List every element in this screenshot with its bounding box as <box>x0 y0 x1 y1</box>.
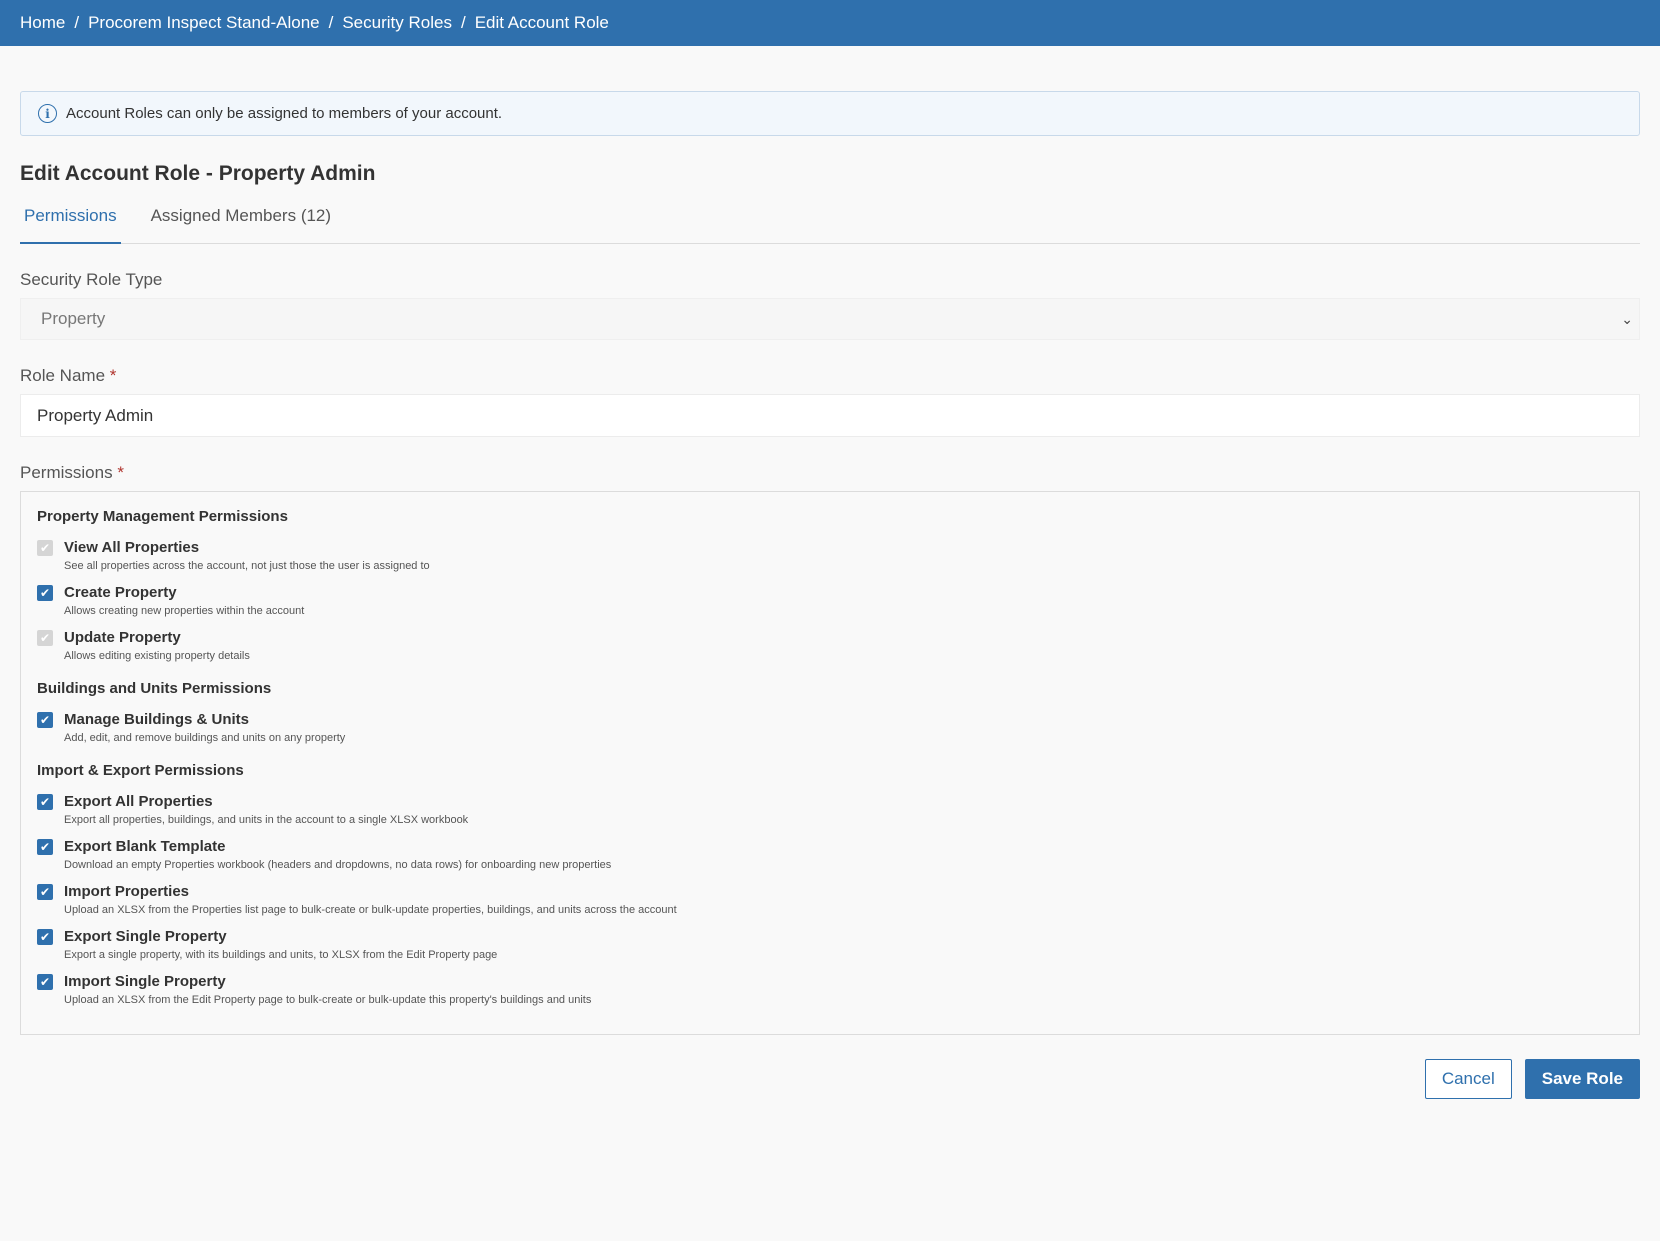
permission-item: ✔ Import Single Property Upload an XLSX fr… <box>37 973 1623 1006</box>
permission-group: Buildings and Units Permissions ✔ Manage B… <box>37 680 1623 744</box>
permission-text: Create Property Allows creating new prope… <box>64 584 304 617</box>
tab-assigned-members[interactable]: Assigned Members (12) <box>147 204 335 244</box>
permission-description: Upload an XLSX from the Properties list … <box>64 904 677 916</box>
permissions-label-text: Permissions <box>20 463 113 482</box>
permission-checkbox[interactable]: ✔ <box>37 585 53 601</box>
breadcrumb-separator: / <box>460 13 466 32</box>
info-icon: i <box>38 104 57 123</box>
tab-permissions[interactable]: Permissions <box>20 204 121 244</box>
permission-checkbox[interactable]: ✔ <box>37 712 53 728</box>
form-actions: Cancel Save Role <box>20 1059 1640 1099</box>
permission-group: Property Management Permissions ✔ View All… <box>37 508 1623 662</box>
permission-name: Import Properties <box>64 883 190 900</box>
breadcrumb-home[interactable]: Home <box>20 13 65 33</box>
role-name-label-text: Role Name <box>20 366 106 385</box>
permission-item: ✔ Export All Properties Export all propert… <box>37 793 1623 826</box>
permission-name: Import Single Property <box>64 973 226 990</box>
breadcrumb-separator: / <box>74 13 80 32</box>
permission-text: Export Blank Template Download an empty P… <box>64 838 611 871</box>
permission-name: Export All Properties <box>64 793 213 810</box>
permission-item: ✔ Update Property Allows editing existing … <box>37 629 1623 662</box>
breadcrumb: Home / Procorem Inspect Stand-Alone / Se… <box>0 0 1660 46</box>
permissions-label: Permissions * <box>20 463 1640 483</box>
permission-checkbox: ✔ <box>37 540 53 556</box>
role-name-input[interactable]: Property Admin <box>20 394 1640 437</box>
permission-checkbox[interactable]: ✔ <box>37 839 53 855</box>
permission-name: Create Property <box>64 584 177 601</box>
role-name-label: Role Name * <box>20 366 1640 386</box>
permission-description: See all properties across the account, n… <box>64 560 430 572</box>
permission-checkbox[interactable]: ✔ <box>37 794 53 810</box>
permission-group-title: Import & Export Permissions <box>37 762 244 779</box>
permission-name: Manage Buildings & Units <box>64 711 250 728</box>
required-marker: * <box>117 463 124 482</box>
permission-item: ✔ Manage Buildings & Units Add, edit, and … <box>37 711 1623 744</box>
permission-group: Import & Export Permissions ✔ Export All P… <box>37 762 1623 1006</box>
permission-item: ✔ Import Properties Upload an XLSX from th… <box>37 883 1623 916</box>
info-alert: i Account Roles can only be assigned to … <box>20 91 1640 136</box>
cancel-button[interactable]: Cancel <box>1424 1059 1512 1099</box>
breadcrumb-current: Edit Account Role <box>474 13 609 32</box>
permission-text: Import Properties Upload an XLSX from the… <box>64 883 677 916</box>
permission-text: Manage Buildings & Units Add, edit, and r… <box>64 711 345 744</box>
permission-text: Import Single Property Upload an XLSX fro… <box>64 973 591 1006</box>
permission-name: Update Property <box>64 629 181 646</box>
tab-bar: Permissions Assigned Members (12) <box>20 204 1640 244</box>
permission-text: Update Property Allows editing existing p… <box>64 629 250 662</box>
page-title: Edit Account Role - Property Admin <box>20 162 376 185</box>
permission-text: Export All Properties Export all properti… <box>64 793 468 826</box>
permission-text: View All Properties See all properties ac… <box>64 539 430 572</box>
security-role-type-value: Property <box>41 309 106 328</box>
permission-item: ✔ Create Property Allows creating new prop… <box>37 584 1623 617</box>
permission-group-title: Buildings and Units Permissions <box>37 680 272 697</box>
permission-group-title: Property Management Permissions <box>37 508 288 525</box>
alert-text: Account Roles can only be assigned to me… <box>66 105 503 122</box>
permission-checkbox[interactable]: ✔ <box>37 929 53 945</box>
permission-name: View All Properties <box>64 539 200 556</box>
permission-name: Export Blank Template <box>64 838 226 855</box>
permission-item: ✔ Export Single Property Export a single p… <box>37 928 1623 961</box>
permission-checkbox[interactable]: ✔ <box>37 884 53 900</box>
permission-description: Upload an XLSX from the Edit Property pa… <box>64 994 592 1006</box>
permission-description: Export all properties, buildings, and un… <box>64 814 469 826</box>
permission-checkbox[interactable]: ✔ <box>37 974 53 990</box>
chevron-down-icon: ⌄ <box>1621 310 1633 327</box>
breadcrumb-security-roles[interactable]: Security Roles <box>342 13 452 33</box>
permission-text: Export Single Property Export a single pr… <box>64 928 497 961</box>
permission-name: Export Single Property <box>64 928 227 945</box>
permission-item: ✔ Export Blank Template Download an empty … <box>37 838 1623 871</box>
permission-description: Export a single property, with its build… <box>64 949 498 961</box>
permission-checkbox: ✔ <box>37 630 53 646</box>
permission-item: ✔ View All Properties See all properties a… <box>37 539 1623 572</box>
breadcrumb-procorem[interactable]: Procorem Inspect Stand-Alone <box>88 13 320 33</box>
required-marker: * <box>109 366 117 385</box>
save-role-button[interactable]: Save Role <box>1524 1059 1640 1099</box>
permission-description: Add, edit, and remove buildings and unit… <box>64 732 346 744</box>
permission-description: Allows editing existing property details <box>64 650 250 662</box>
security-role-type-select[interactable]: Property ⌄ <box>20 298 1640 340</box>
security-role-type-label: Security Role Type <box>20 270 163 289</box>
permission-description: Download an empty Properties workbook (h… <box>64 859 612 871</box>
permissions-box: Property Management Permissions ✔ View All… <box>20 491 1640 1035</box>
breadcrumb-separator: / <box>328 13 334 32</box>
permission-description: Allows creating new properties within th… <box>64 605 305 617</box>
